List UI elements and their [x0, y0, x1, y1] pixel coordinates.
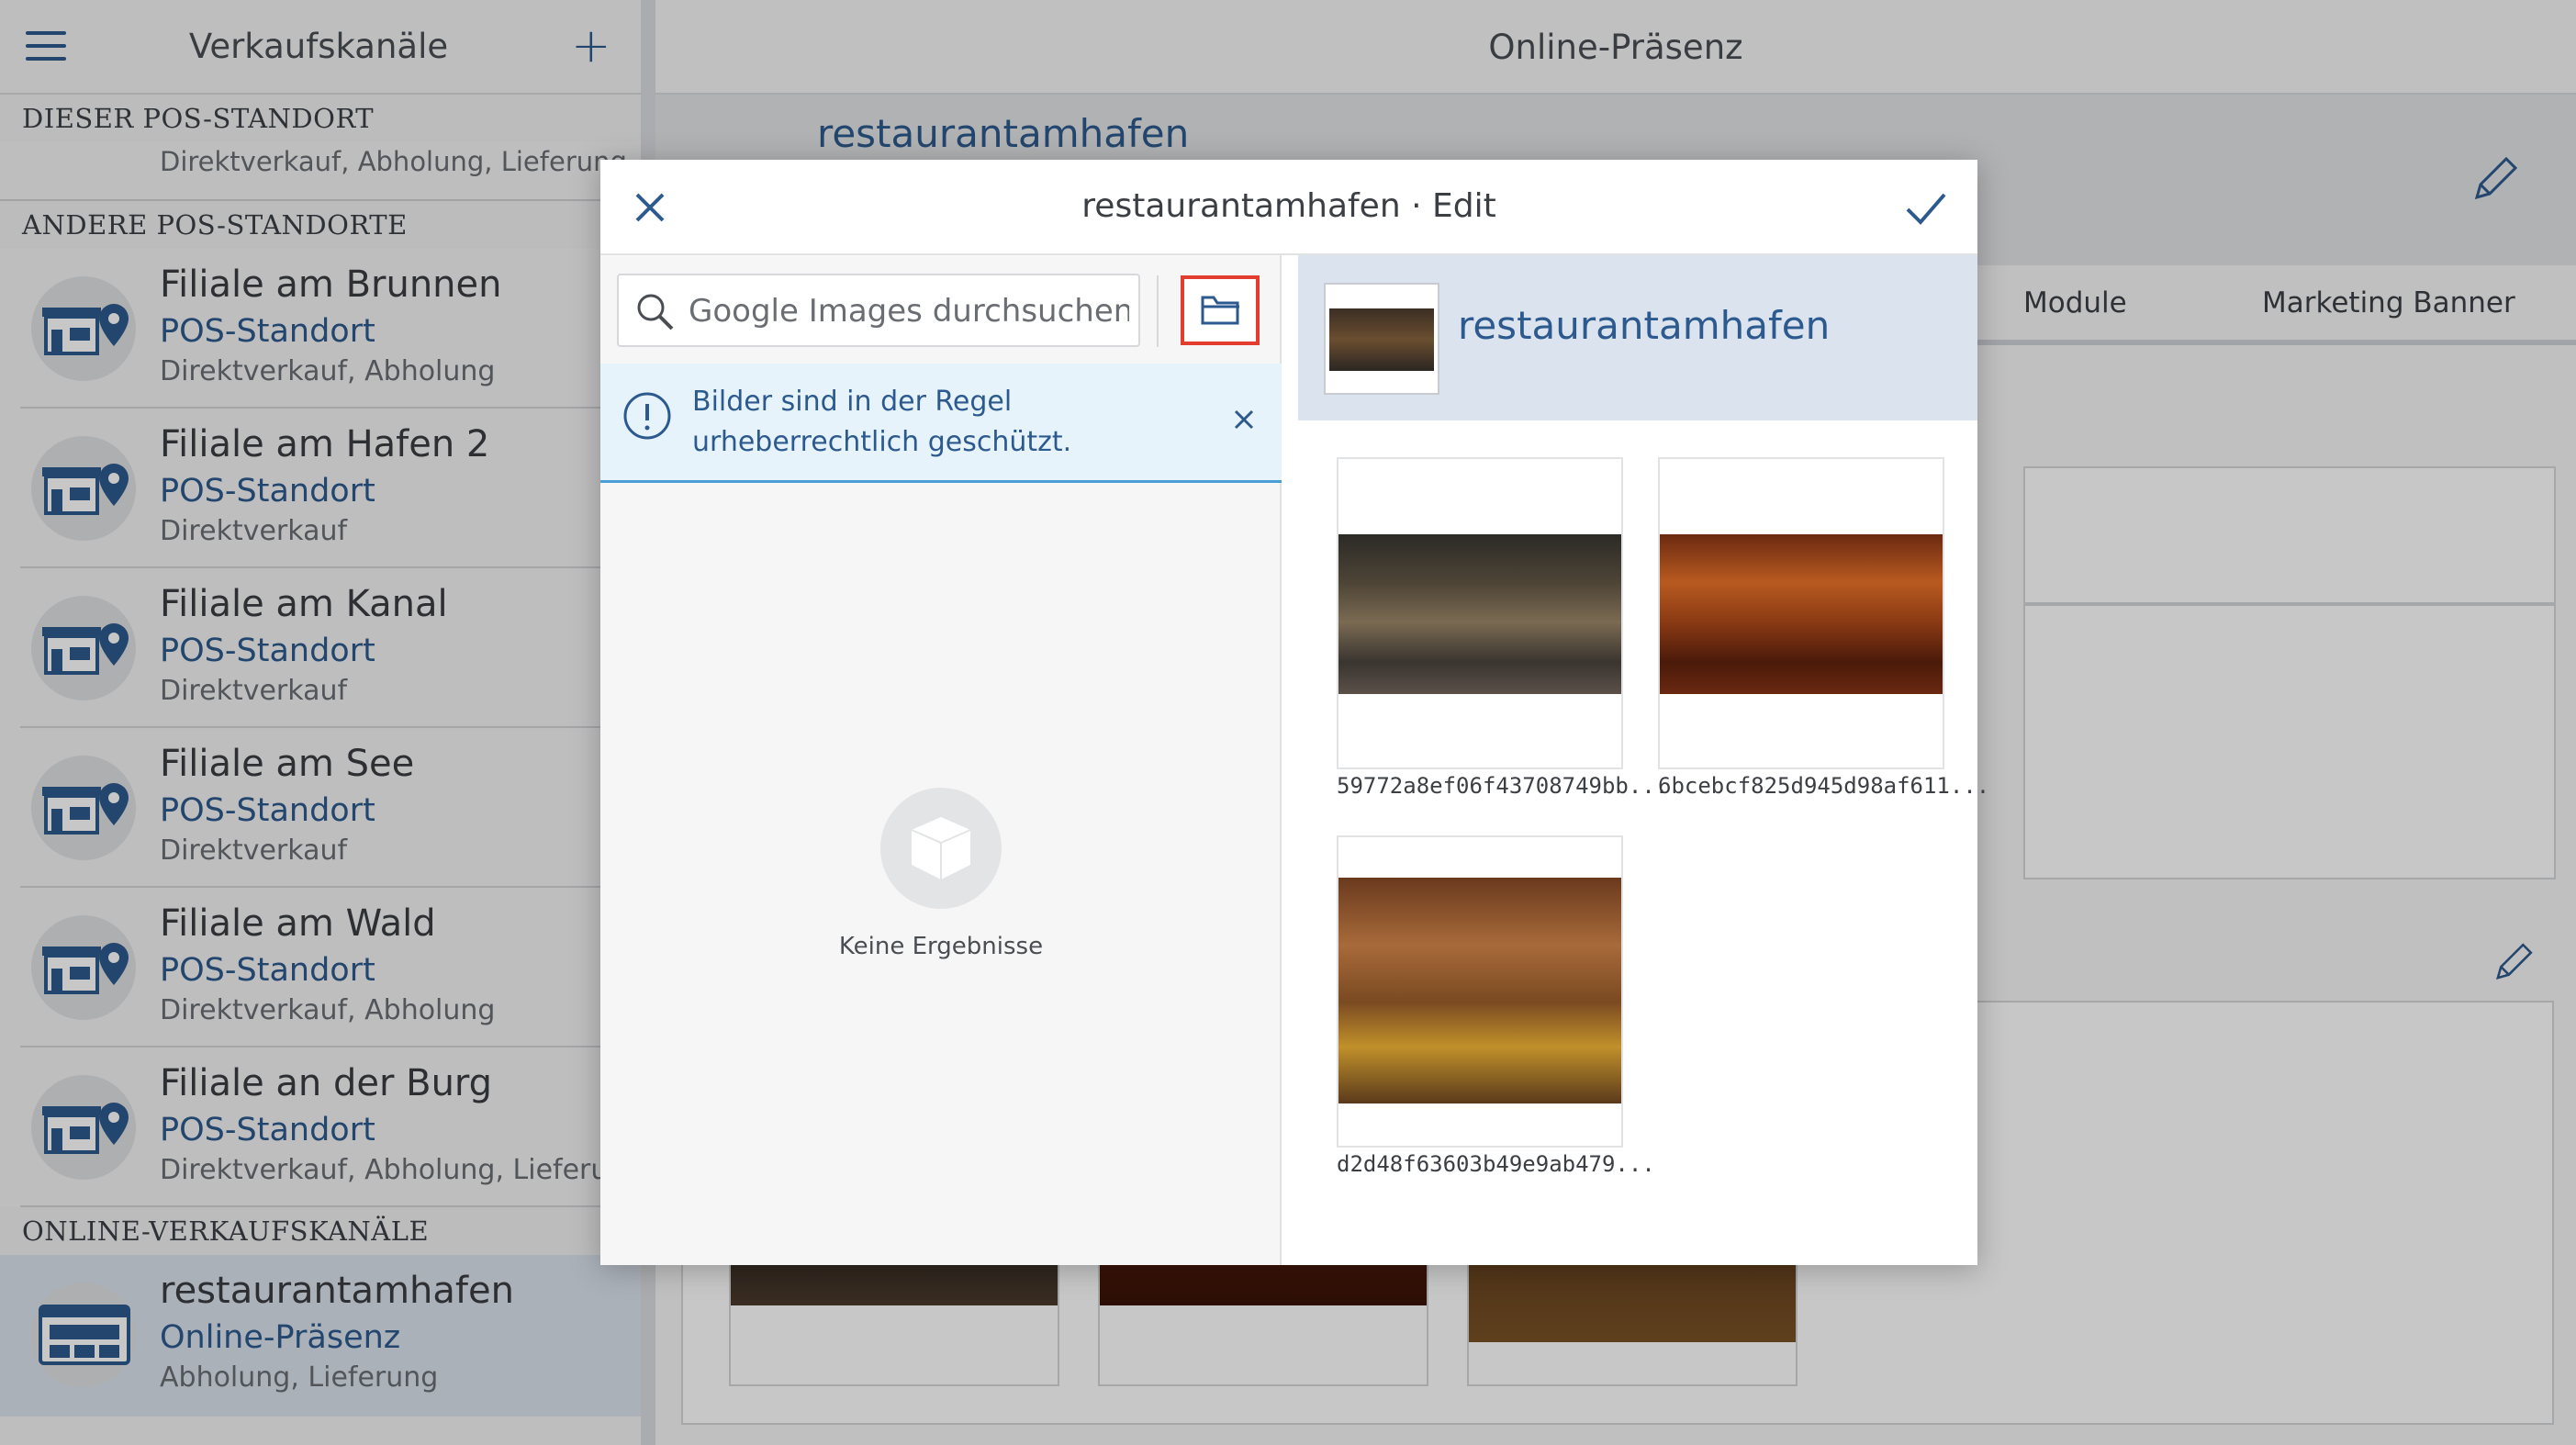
image-tile[interactable] [1658, 457, 1944, 769]
info-icon [622, 391, 672, 444]
selected-images-panel: restaurantamhafen 59772a8ef06f43708749bb… [1298, 255, 1990, 1265]
restaurant-image [1660, 534, 1943, 694]
copyright-alert: Bilder sind in der Regel urheberrechtlic… [600, 364, 1282, 483]
search-icon [633, 290, 678, 338]
search-box [617, 274, 1140, 347]
divider [1157, 275, 1159, 347]
image-tile[interactable] [1337, 457, 1623, 769]
restaurant-image [1338, 878, 1621, 1103]
checkmark-icon[interactable] [1902, 185, 1950, 230]
empty-state: Keine Ergebnisse [600, 788, 1282, 960]
image-picker-dialog: restaurantamhafen · Edit Bilder sind in … [600, 160, 1990, 1265]
restaurant-image [1338, 534, 1621, 694]
image-search-panel: Bilder sind in der Regel urheberrechtlic… [600, 255, 1282, 1265]
alert-text: Bilder sind in der Regel urheberrechtlic… [692, 386, 1072, 458]
image-filename: d2d48f63603b49e9ab479... [1337, 1151, 1655, 1177]
open-folder-button[interactable] [1181, 275, 1260, 345]
selected-channel-name: restaurantamhafen [1458, 303, 1831, 348]
empty-state-text: Keine Ergebnisse [838, 933, 1044, 960]
dialog-title: restaurantamhafen · Edit [1081, 187, 1496, 225]
empty-box-icon [880, 788, 1002, 909]
folder-icon [1201, 296, 1239, 325]
image-tile[interactable] [1337, 835, 1623, 1148]
channel-thumbnail [1324, 283, 1439, 395]
close-icon[interactable] [1230, 406, 1258, 437]
image-filename: 59772a8ef06f43708749bb... [1337, 773, 1669, 799]
dialog-header: restaurantamhafen · Edit [600, 160, 1977, 255]
selected-channel-header: restaurantamhafen [1298, 255, 1977, 420]
image-filename: 6bcebcf825d945d98af611... [1658, 773, 1990, 799]
google-images-search-input[interactable] [689, 285, 1129, 338]
